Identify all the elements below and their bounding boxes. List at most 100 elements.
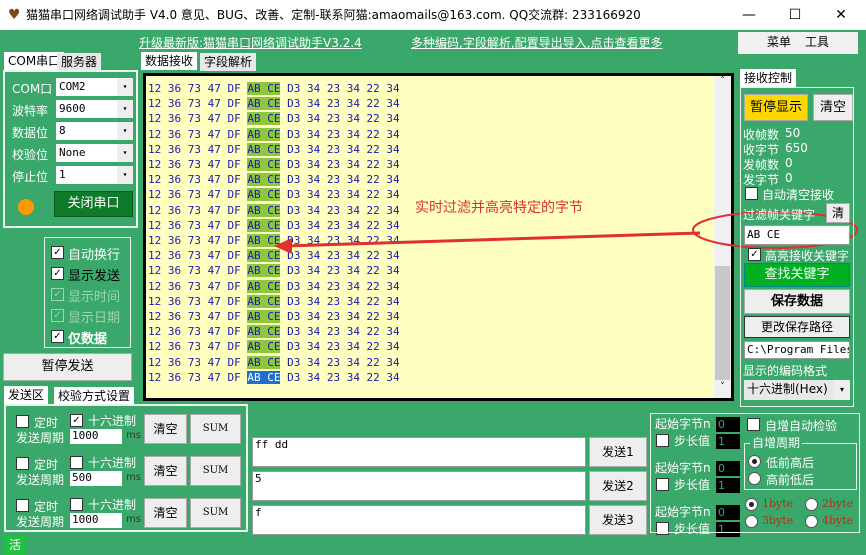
serial-field-value: COM2 [59,80,86,93]
sum-button[interactable]: SUM [190,456,241,486]
pause-display-button[interactable]: 暂停显示 [744,94,808,121]
filter-keyword-input[interactable]: AB CE [744,225,850,245]
menu-tools[interactable]: 工具 [805,35,829,49]
minimize-button[interactable]: — [726,0,772,30]
row-bytes: D3 34 23 34 22 34 [280,280,399,293]
tab-field-parse[interactable]: 字段解析 [200,53,256,71]
size-1byte-label: 1byte [762,497,793,510]
arrow-head-icon [274,238,292,254]
send-button[interactable]: 发送3 [589,505,647,535]
hex-checkbox[interactable] [70,498,83,511]
clear-send-button[interactable]: 清空 [144,414,187,444]
serial-field-select[interactable]: 1▾ [56,166,133,184]
send-data-input[interactable]: f [252,505,586,535]
highlighted-keyword: AB CE [247,310,280,323]
tab-receive-control[interactable]: 接收控制 [740,69,796,87]
size-3byte-radio[interactable] [745,515,758,528]
save-data-button[interactable]: 保存数据 [744,289,850,314]
receive-row: 12 36 73 47 DF AB CE D3 34 23 34 22 34 [148,157,400,172]
option-checkbox[interactable]: ✓ [51,288,64,301]
chevron-down-icon: ▾ [117,100,133,118]
clear-send-button[interactable]: 清空 [144,498,187,528]
tab-server[interactable]: 服务器 [57,53,101,71]
clear-receive-button[interactable]: 清空 [813,94,853,121]
serial-field-select[interactable]: 8▾ [56,122,133,140]
clear-send-button[interactable]: 清空 [144,456,187,486]
highlighted-keyword: AB CE [247,356,280,369]
option-checkbox[interactable]: ✓ [51,330,64,343]
auto-clear-checkbox[interactable] [745,187,758,200]
sum-button[interactable]: SUM [190,498,241,528]
sum-button[interactable]: SUM [190,414,241,444]
send-button[interactable]: 发送1 [589,437,647,467]
hex-checkbox[interactable]: ✓ [70,414,83,427]
size-2byte-radio[interactable] [805,498,818,511]
serial-field-label: COM口 [12,80,52,97]
serial-field-value: 8 [59,124,66,137]
timer-checkbox[interactable] [16,415,29,428]
close-port-button[interactable]: 关闭串口 [54,191,133,217]
size-2byte-label: 2byte [822,497,853,510]
maximize-button[interactable]: ☐ [772,0,818,30]
scrollbar-thumb[interactable] [715,266,730,380]
receive-row: 12 36 73 47 DF AB CE D3 34 23 34 22 34 [148,355,400,370]
highlighted-keyword: AB CE [247,97,280,110]
scroll-up-icon[interactable]: ˄ [714,76,731,92]
option-label: 仅数据 [68,328,107,347]
highlighted-keyword: AB CE [247,173,280,186]
pause-send-button[interactable]: 暂停发送 [3,353,132,381]
receive-row: 12 36 73 47 DF AB CE D3 34 23 34 22 34 [148,324,400,339]
serial-field-select[interactable]: 9600 ▾ [56,100,133,118]
row-bytes: 12 36 73 47 DF [148,295,247,308]
send-button[interactable]: 发送2 [589,471,647,501]
tab-send-area[interactable]: 发送区 [4,386,48,404]
size-4byte-radio[interactable] [805,515,818,528]
option-label: 自动换行 [68,244,120,263]
period-ms-input[interactable]: 1000 [70,513,122,528]
option-checkbox[interactable]: ✓ [51,246,64,259]
low-first-radio[interactable] [748,455,761,468]
save-path-input[interactable]: C:\Program Files [744,341,850,359]
option-checkbox[interactable]: ✓ [51,267,64,280]
timer-checkbox[interactable] [16,457,29,470]
tab-com-port[interactable]: COM串口 [4,52,64,70]
serial-field-select[interactable]: COM2▾ [56,78,133,96]
upgrade-link[interactable]: 升级最新版:猫猫串口网络调试助手V3.2.4 [139,34,362,51]
filter-clear-button[interactable]: 清 [826,203,850,223]
close-button[interactable]: ✕ [818,0,864,30]
low-first-label: 低前高后 [766,454,814,471]
row-bytes: D3 34 23 34 22 34 [280,264,399,277]
row-bytes: D3 34 23 34 22 34 [280,173,399,186]
period-ms-input[interactable]: 500 [70,471,122,486]
encoding-select[interactable]: 十六进制(Hex)▾ [744,380,850,400]
highlighted-keyword: AB CE [247,143,280,156]
serial-field-value: 9600 [59,102,86,115]
send-data-input[interactable]: ff dd [252,437,586,467]
auto-check-checkbox[interactable] [747,418,760,431]
option-checkbox[interactable]: ✓ [51,309,64,322]
period-ms-input[interactable]: 1000 [70,429,122,444]
period-label: 发送周期 [16,471,64,488]
highlighted-keyword: AB CE [247,280,280,293]
row-bytes: 12 36 73 47 DF [148,356,247,369]
more-features-link[interactable]: 多种编码,字段解析,配置导出导入,点击查看更多 [411,34,662,51]
row-bytes: 12 36 73 47 DF [148,128,247,141]
send-data-input[interactable]: 5 [252,471,586,501]
find-keyword-button[interactable]: 查找关键字 [744,263,850,287]
change-save-path-button[interactable]: 更改保存路径 [744,316,850,338]
hex-checkbox[interactable] [70,456,83,469]
receive-row: 12 36 73 47 DF AB CE D3 34 23 34 22 34 [148,81,400,96]
menu-menu[interactable]: 菜单 [767,35,791,49]
row-bytes: 12 36 73 47 DF [148,204,247,217]
tab-data-receive[interactable]: 数据接收 [141,52,197,70]
highlighted-keyword: AB CE [247,325,280,338]
receive-row: 12 36 73 47 DF AB CE D3 34 23 34 22 34 [148,370,400,385]
timer-checkbox[interactable] [16,499,29,512]
serial-field-select[interactable]: None▾ [56,144,133,162]
scroll-down-icon[interactable]: ˅ [714,382,731,398]
size-1byte-radio[interactable] [745,498,758,511]
row-bytes: D3 34 23 34 22 34 [280,310,399,323]
tab-checksum-settings[interactable]: 校验方式设置 [54,387,134,405]
high-first-radio[interactable] [748,472,761,485]
row-bytes: 12 36 73 47 DF [148,340,247,353]
